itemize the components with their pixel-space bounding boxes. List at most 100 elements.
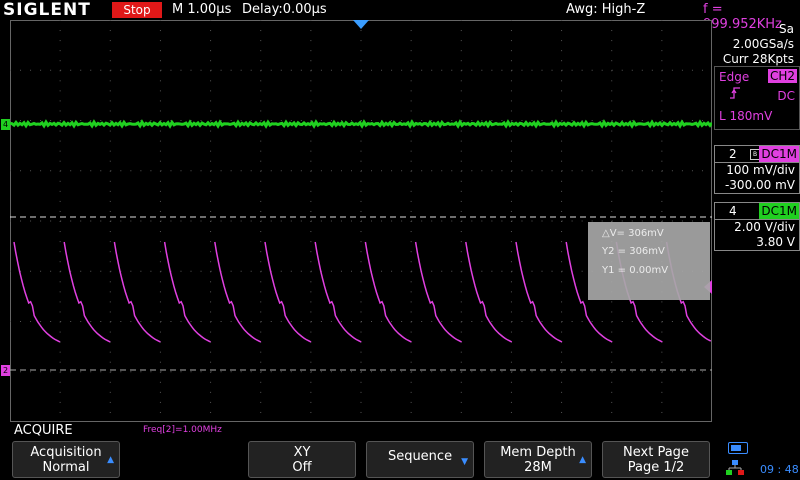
grid-dot [601,371,603,373]
grid-dot [310,40,312,42]
grid-dot [701,69,703,71]
timebase-readout[interactable]: M 1.00μs [172,2,231,17]
grid-dot [510,251,512,253]
grid-dot [641,120,643,121]
grid-dot [109,251,111,253]
grid-dot [180,120,182,121]
sequence-softkey[interactable]: Sequence ▼ [366,441,474,478]
grid-dot [621,371,623,373]
grid-dot [471,120,473,121]
grid-dot [491,220,493,222]
grid-dot [160,270,162,272]
grid-dot [109,361,111,363]
ch4-ground-marker[interactable]: 4 [1,119,10,130]
grid-dot [371,170,373,172]
delay-readout[interactable]: Delay:0.00μs [242,2,327,17]
grid-dot [391,69,393,71]
run-stop-indicator[interactable]: Stop [112,2,162,18]
softkey-label: Sequence [387,449,453,464]
grid-dot [159,351,161,353]
waveform-display[interactable] [10,20,712,422]
grid-dot [310,180,312,182]
grid-dot [491,371,493,373]
grid-dot [59,251,61,253]
grid-dot [561,311,563,313]
grid-dot [220,170,222,172]
grid-dot [611,200,613,202]
grid-dot [310,80,312,82]
grid-dot [360,30,362,32]
grid-dot [159,251,161,253]
grid-dot [691,371,693,373]
grid-dot [110,321,112,322]
grid-dot [210,60,212,62]
grid-dot [310,220,312,222]
grid-dot [360,401,362,403]
mem-depth-softkey[interactable]: Mem Depth 28M ▲ [484,441,592,478]
grid-dot [230,69,232,71]
grid-dot [59,80,61,82]
grid-dot [431,220,433,222]
grid-dot [410,20,412,21]
grid-dot [230,270,232,272]
grid-dot [410,60,412,62]
grid-dot [260,80,262,82]
grid-dot [561,160,563,162]
grid-dot [190,371,192,373]
grid-dot [120,371,122,373]
trigger-panel[interactable]: Edge CH2 DC L 180mV [714,66,800,130]
grid-dot [391,270,393,272]
grid-dot [320,69,322,71]
acquisition-mode-softkey[interactable]: Acquisition Normal ▲ [12,441,120,478]
grid-dot [451,120,453,121]
grid-dot [631,69,633,71]
grid-dot [109,160,111,162]
grid-dot [561,210,563,212]
grid-dot [110,69,112,71]
grid-dot [360,210,362,212]
grid-dot [510,291,512,293]
grid-dot [260,69,262,71]
grid-dot [220,69,222,71]
grid-dot [391,321,393,322]
xy-mode-softkey[interactable]: XY Off [248,441,356,478]
grid-dot [591,371,593,373]
grid-dot [150,270,152,272]
grid-dot [109,140,111,142]
channel-4-panel[interactable]: 4 DC1M 2.00 V/div 3.80 V [714,202,800,251]
grid-dot [410,210,412,212]
grid-dot [50,69,52,71]
next-page-softkey[interactable]: Next Page Page 1/2 [602,441,710,478]
grid-dot [280,321,282,322]
grid-dot [410,110,412,112]
grid-dot [40,120,42,121]
grid-dot [510,200,512,202]
grid-dot [190,270,192,272]
grid-dot [510,241,512,243]
grid-dot [561,30,563,32]
grid-dot [410,80,412,82]
grid-dot [461,69,463,71]
grid-dot [510,301,512,303]
grid-dot [110,170,112,172]
grid-dot [59,130,61,132]
grid-dot [280,220,282,222]
grid-dot [360,311,362,313]
grid-dot [360,130,362,132]
grid-dot [611,130,613,132]
grid-dot [160,220,162,222]
grid-dot [180,69,182,71]
ch2-ground-marker[interactable]: 2 [1,365,10,376]
grid-dot [20,220,22,222]
grid-dot [561,270,563,272]
grid-dot [260,50,262,52]
grid-dot [110,371,112,373]
grid-dot [360,391,362,393]
grid-dot [521,170,523,172]
channel-4-number: 4 [729,204,737,218]
grid-dot [310,160,312,162]
grid-dot [460,311,462,313]
grid-dot [651,69,653,71]
channel-2-panel[interactable]: 2 B DC1M 100 mV/div -300.00 mV [714,145,800,194]
grid-dot [310,401,312,403]
